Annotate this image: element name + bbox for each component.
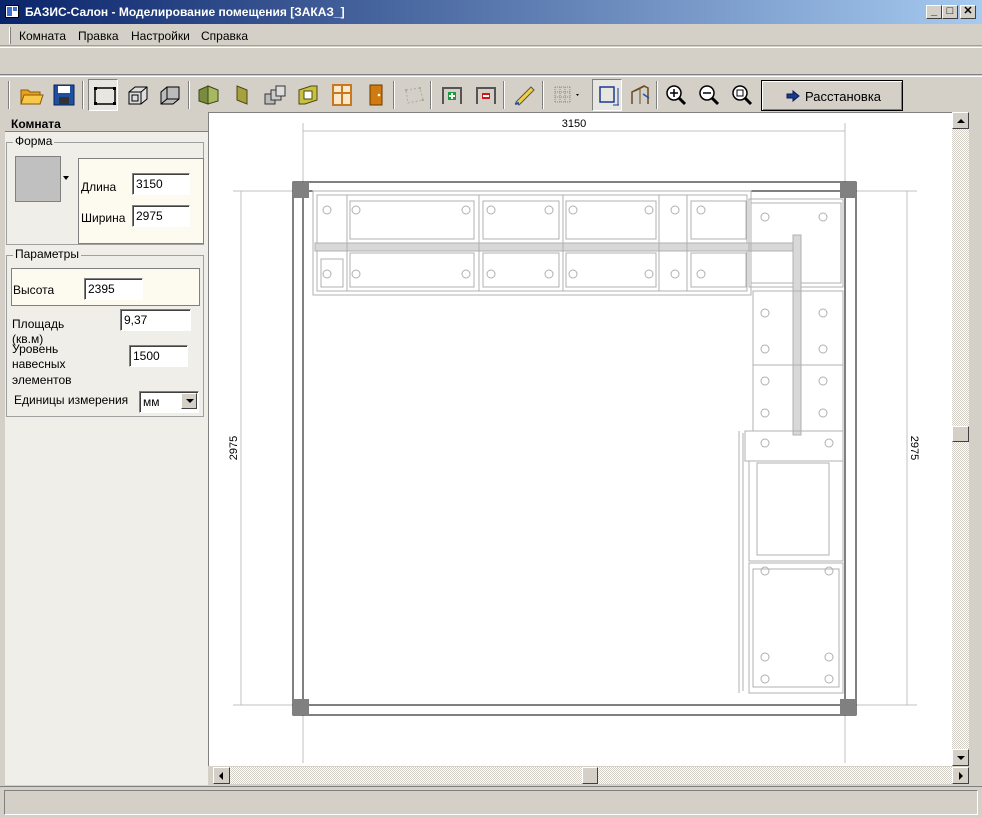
shape-group: Форма Длина 3150 Ширина 2975	[6, 134, 204, 245]
box-3d-alt-icon[interactable]	[154, 79, 184, 111]
dimension-right-label: 2975	[908, 436, 920, 460]
toolbar-separator	[188, 81, 190, 109]
window-title: БАЗИС-Салон - Моделирование помещения [З…	[25, 5, 345, 19]
arrow-down-icon	[957, 756, 965, 760]
window-frame-icon[interactable]	[326, 79, 356, 111]
door-icon[interactable]	[360, 79, 390, 111]
maximize-button[interactable]: □	[942, 5, 958, 19]
scroll-down-button[interactable]	[952, 749, 969, 766]
room-select-icon[interactable]	[592, 79, 622, 111]
menu-room[interactable]: Комната	[19, 29, 66, 43]
grid-icon[interactable]	[548, 79, 579, 111]
shape-swatch[interactable]	[15, 156, 61, 202]
stairs-icon[interactable]	[625, 79, 655, 111]
arrow-right-icon	[786, 90, 800, 102]
polygon-room-icon[interactable]	[398, 79, 428, 111]
arrange-button[interactable]: Расстановка	[761, 80, 903, 111]
vertical-scroll-thumb[interactable]	[952, 426, 969, 442]
secondary-toolbar-strip	[0, 47, 982, 75]
zoom-in-icon[interactable]	[660, 79, 690, 111]
remove-wall-icon[interactable]	[470, 79, 500, 111]
box-3d-icon[interactable]	[122, 79, 152, 111]
panel-header: Комната	[5, 113, 208, 132]
toolbar-grip	[8, 81, 10, 109]
width-field[interactable]: 2975	[132, 205, 190, 227]
length-field[interactable]: 3150	[132, 173, 190, 195]
app-icon	[5, 5, 19, 18]
arrange-label: Расстановка	[805, 89, 882, 104]
units-label: Единицы измерения	[14, 393, 129, 407]
wall-panel-icon[interactable]	[227, 79, 257, 111]
corner-handles[interactable]	[293, 182, 856, 715]
height-label: Высота	[13, 283, 55, 297]
room-plan-drawing[interactable]: 3150 2975 2975	[209, 113, 952, 766]
arrow-left-icon	[219, 772, 223, 780]
height-field[interactable]: 2395	[84, 278, 143, 300]
close-button[interactable]: ✕	[960, 5, 976, 19]
area-field: 9,37	[120, 309, 191, 331]
scroll-left-button[interactable]	[213, 767, 230, 784]
wall-niche-icon[interactable]	[292, 79, 322, 111]
room-inner-wall[interactable]	[302, 190, 846, 706]
horizontal-scrollbar	[208, 766, 969, 785]
scroll-up-button[interactable]	[952, 112, 969, 129]
room-outer-wall[interactable]	[292, 181, 857, 716]
dimension-left-label: 2975	[228, 436, 240, 460]
horizontal-scroll-thumb[interactable]	[582, 767, 598, 784]
arrow-right-small-icon	[959, 772, 963, 780]
level-label-line2: навесных	[12, 357, 66, 371]
status-field	[4, 790, 978, 815]
vertical-scrollbar-area	[952, 112, 982, 766]
room-plan-canvas[interactable]: 3150 2975 2975	[208, 112, 952, 766]
wall-panels-icon[interactable]	[193, 79, 223, 111]
main-toolbar: Расстановка	[0, 76, 982, 112]
menu-help[interactable]: Справка	[201, 29, 248, 43]
size-box: Длина 3150 Ширина 2975	[78, 158, 204, 244]
room-outline-icon[interactable]	[88, 79, 118, 111]
chevron-down-icon	[186, 399, 194, 403]
shape-dropdown-arrow-icon[interactable]	[63, 176, 69, 180]
measure-icon[interactable]	[509, 79, 539, 111]
toolbar-separator	[656, 81, 658, 109]
toolbar-separator	[503, 81, 505, 109]
zoom-fit-icon[interactable]	[726, 79, 756, 111]
minimize-button[interactable]: _	[926, 5, 942, 19]
toolbar-separator	[542, 81, 544, 109]
menu-edit[interactable]: Правка	[78, 29, 119, 43]
screw-marks	[322, 205, 834, 684]
units-dropdown-button[interactable]	[181, 393, 197, 409]
toolbar-separator	[393, 81, 395, 109]
level-label-line1: Уровень	[12, 342, 59, 356]
title-bar[interactable]: БАЗИС-Салон - Моделирование помещения [З…	[0, 0, 982, 24]
height-box: Высота 2395	[11, 268, 200, 306]
status-bar	[0, 786, 982, 818]
kitchen-furniture[interactable]	[312, 190, 844, 694]
add-wall-icon[interactable]	[436, 79, 466, 111]
room-properties-panel: Комната Форма Длина 3150 Ширина 2975 Пар…	[5, 113, 208, 785]
level-field[interactable]: 1500	[129, 345, 188, 367]
level-label-line3: элементов	[12, 373, 72, 387]
toolbar-separator	[430, 81, 432, 109]
toolbar-separator	[82, 81, 84, 109]
width-label: Ширина	[81, 211, 126, 225]
open-folder-icon[interactable]	[16, 79, 46, 111]
shape-group-label: Форма	[13, 134, 55, 148]
area-label: Площадь	[12, 317, 65, 331]
menu-grip	[9, 27, 11, 44]
params-group-label: Параметры	[13, 247, 81, 261]
menu-bar: Комната Правка Настройки Справка	[0, 24, 982, 46]
zoom-out-icon[interactable]	[693, 79, 723, 111]
units-value: мм	[143, 395, 160, 409]
dimension-top-label: 3150	[562, 118, 586, 130]
units-select[interactable]: мм	[139, 391, 199, 413]
length-label: Длина	[81, 180, 117, 194]
scroll-right-button[interactable]	[952, 767, 969, 784]
cylinder-blocks-icon[interactable]	[259, 79, 289, 111]
menu-settings[interactable]: Настройки	[131, 29, 190, 43]
arrow-up-icon	[957, 119, 965, 123]
save-disk-icon[interactable]	[48, 79, 78, 111]
params-group: Параметры Высота 2395 Площадь (кв.м) 9,3…	[6, 247, 204, 417]
